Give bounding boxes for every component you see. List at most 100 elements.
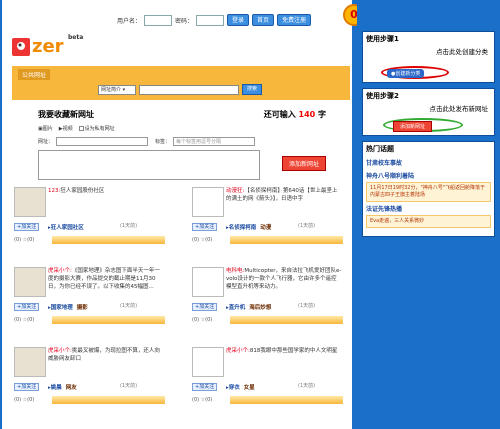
login-button[interactable]: 登录 (227, 14, 250, 26)
image-option[interactable]: ▣图片 (38, 125, 53, 132)
follow-button[interactable]: +加关注 (14, 303, 40, 311)
card-tag[interactable]: 穿衣 (229, 385, 240, 391)
card-thumbnail[interactable] (192, 187, 224, 217)
card-user[interactable]: 虎采小个: (226, 348, 250, 354)
follow-button[interactable]: +加关注 (192, 383, 218, 391)
url-card: 虎采小个:《国家地理》杂志图下面半天一年一度的摄影大赛，作品提交的截止期是11月… (12, 265, 167, 325)
url-card: 123:狂人家园股份社区 +加关注 (1天前) ▸狂人家园社区 (0) ☆(0) (12, 185, 167, 245)
tag-input[interactable]: 每个标签用逗号分隔 (173, 137, 256, 146)
card-tag[interactable]: 姚晨 (51, 385, 62, 391)
post-title: 我要收藏新网址 (38, 110, 94, 119)
card-text: 电科电:Multicopter，来自法拉飞机爱好团队e-volo设计的一款个人飞… (226, 267, 342, 291)
video-option[interactable]: ▶视频 (59, 125, 73, 132)
card-stats: (0) ☆(0) (192, 397, 213, 403)
card-bar (52, 316, 165, 324)
card-tag[interactable]: 网友 (66, 385, 77, 391)
step1-box: 使用步骤1 点击此处创建分类 ●创建新分类 (362, 31, 495, 83)
url-card: 虎采小个:818我眼中那些国学家的中人文明星 +加关注 (1天前) ▸穿衣 女星 (0) … (190, 345, 345, 405)
card-tag[interactable]: 狂人家园社区 (51, 225, 84, 231)
create-category-button[interactable]: ●创建新分类 (387, 69, 425, 78)
follow-button[interactable]: +加关注 (14, 383, 40, 391)
follow-label: 加关注 (21, 224, 37, 230)
card-user[interactable]: 动漫狂: (226, 188, 244, 194)
card-bar (230, 396, 343, 404)
url-card: 虎采小个:挑最叉被爆，为现拉图不算，还人向威胁网友卸口 +加关注 (1天前) ▸姚晨网… (12, 345, 167, 405)
search-type-select[interactable]: 网址简介 ▾ (98, 84, 136, 95)
follow-label: 加关注 (21, 384, 37, 390)
card-stats: (0) ☆(0) (192, 237, 213, 243)
card-user[interactable]: 虎采小个: (48, 348, 72, 354)
card-stats: (0) ☆(0) (192, 317, 213, 323)
card-text: 虎采小个:挑最叉被爆，为现拉图不算，还人向威胁网友卸口 (48, 347, 164, 363)
card-thumbnail[interactable] (14, 347, 46, 377)
private-checkbox[interactable]: 设为私有网址 (78, 125, 115, 132)
card-tag[interactable]: 摄影 (77, 305, 88, 311)
username-input[interactable] (144, 14, 173, 26)
card-user[interactable]: 123: (48, 188, 60, 194)
card-thumbnail[interactable] (192, 347, 224, 377)
card-text: 动漫狂:【名侦探柯南】第640话【世上最坚上的满土的网《箭头》】，日语中字 (226, 187, 342, 203)
card-bar (230, 316, 343, 324)
card-time: (1天前) (120, 383, 138, 389)
follow-label: 加关注 (21, 304, 37, 310)
card-tag[interactable]: 女星 (244, 385, 255, 391)
follow-button[interactable]: +加关注 (192, 223, 218, 231)
card-thumbnail[interactable] (14, 267, 46, 297)
beta-label: beta (68, 34, 84, 41)
tab-public[interactable]: 公共网址 (18, 69, 51, 80)
card-text: 虎采小个:818我眼中那些国学家的中人文明星 (226, 347, 342, 355)
url-input[interactable] (56, 137, 149, 146)
card-tags: ▸国家地理 摄影 (48, 305, 88, 311)
password-label: 密码： (175, 17, 194, 25)
card-bar (52, 236, 165, 244)
step2-hint: 点击此处发布新网址 (429, 105, 489, 113)
hot-topic-link[interactable]: 法证先锋热播 (363, 202, 494, 215)
image-option-label: 图片 (42, 126, 53, 132)
card-stats: (0) ☆(0) (14, 237, 35, 243)
hot-topic-link[interactable]: 甘肃校车事故 (363, 156, 494, 169)
home-button[interactable]: 首页 (252, 14, 275, 26)
card-time: (1天前) (298, 383, 316, 389)
url-label: 网址： (38, 139, 54, 145)
card-tags: ▸直升机 海后妙想 (226, 305, 272, 311)
follow-label: 加关注 (199, 304, 215, 310)
hot-topic-link[interactable]: 神舟八号顺利着陆 (363, 169, 494, 182)
register-button[interactable]: 免费注册 (277, 14, 312, 26)
search-input[interactable] (139, 84, 239, 95)
card-user[interactable]: 虎采小个: (48, 268, 72, 274)
create-category-label: 创建新分类 (395, 71, 421, 77)
hot-topic-note: 11月17日19时32分，"神舟八号"飞船返回舱降落于内蒙古四子王旗主着陆场 (366, 182, 491, 202)
password-input[interactable] (196, 14, 225, 26)
hot-topics-title: 热门话题 (366, 145, 394, 153)
url-card: 动漫狂:【名侦探柯南】第640话【世上最坚上的满土的网《箭头》】，日语中字 +加关… (190, 185, 345, 245)
site-logo[interactable]: zer beta (12, 34, 84, 60)
card-content[interactable]: 狂人家园股份社区 (60, 188, 104, 194)
card-content[interactable]: Multicopter，来自法拉飞机爱好团队e-volo设计的一款个人飞行器，它… (226, 268, 341, 290)
card-stats: (0) ☆(0) (14, 397, 35, 403)
follow-button[interactable]: +加关注 (14, 223, 40, 231)
follow-button[interactable]: +加关注 (192, 303, 218, 311)
card-tags: ▸穿衣 女星 (226, 385, 255, 391)
login-bar: 用户名： 密码： 登录 首页 免费注册 (117, 14, 312, 26)
add-url-button[interactable]: 添加新网址 (281, 156, 326, 171)
card-thumbnail[interactable] (192, 267, 224, 297)
step2-add-url-button[interactable]: 添加新网址 (393, 121, 433, 132)
card-tag[interactable]: 直升机 (229, 305, 246, 311)
card-time: (1天前) (298, 223, 316, 229)
card-content[interactable]: 818我眼中那些国学家的中人文明星 (250, 348, 338, 354)
card-thumbnail[interactable] (14, 187, 46, 217)
card-user[interactable]: 电科电: (226, 268, 244, 274)
hot-topics: 热门话题 甘肃校车事故 神舟八号顺利着陆 11月17日19时32分，"神舟八号"… (362, 141, 495, 237)
card-tag[interactable]: 名侦探柯南 (229, 225, 257, 231)
card-tag[interactable]: 动漫 (260, 225, 271, 231)
search-button[interactable]: 搜索 (242, 84, 263, 95)
sidebar: 使用步骤1 点击此处创建分类 ●创建新分类 使用步骤2 点击此处发布新网址 添加… (357, 0, 500, 429)
description-textarea[interactable] (38, 150, 260, 180)
main-area: 用户名： 密码： 登录 首页 免费注册 zer beta 公共网址 网址简介 ▾… (2, 0, 352, 429)
card-time: (1天前) (120, 303, 138, 309)
card-tag[interactable]: 海后妙想 (249, 305, 271, 311)
card-tag[interactable]: 国家地理 (51, 305, 73, 311)
step2-title: 使用步骤2 (366, 92, 399, 100)
step1-hint: 点击此处创建分类 (436, 48, 488, 56)
card-stats: (0) ☆(0) (14, 317, 35, 323)
